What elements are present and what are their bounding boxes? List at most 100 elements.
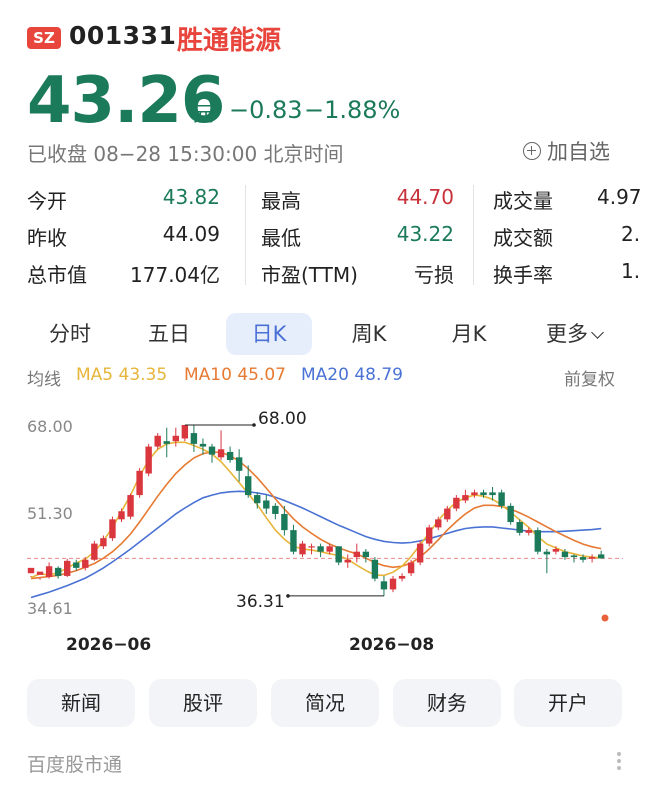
add-watchlist-button[interactable]: 加自选 <box>523 136 610 166</box>
candle-body <box>335 546 342 563</box>
candle-body <box>389 578 397 590</box>
candle-body <box>82 559 89 568</box>
candle-body <box>172 435 179 442</box>
candle-body <box>91 543 98 560</box>
candle-body <box>507 505 514 523</box>
chevron-down-icon <box>591 326 604 339</box>
candle-body <box>561 551 569 558</box>
candle-body <box>353 551 360 558</box>
candle-body <box>136 470 143 496</box>
candle-body <box>163 441 170 444</box>
stats-divider <box>245 185 246 285</box>
candle-body <box>326 546 333 552</box>
min-leader-dot <box>286 594 290 598</box>
candle-body <box>462 495 469 501</box>
candle-body <box>263 500 270 509</box>
price-change-pct: −1.88% <box>304 96 401 124</box>
candle-body <box>516 522 523 533</box>
ma5-line <box>30 441 602 579</box>
tab-intraday[interactable]: 分时 <box>27 313 113 355</box>
y-axis-label: 51.30 <box>27 504 73 523</box>
candles <box>27 425 605 596</box>
candle-body <box>543 551 551 555</box>
candle-body <box>380 581 388 590</box>
candle-body <box>64 560 71 576</box>
candle-body <box>45 566 53 578</box>
turnover-value: 2. <box>621 222 641 246</box>
news-button[interactable]: 新闻 <box>27 679 135 727</box>
candle-body <box>73 562 80 568</box>
tab-more[interactable]: 更多 <box>526 313 622 355</box>
x-axis-label: 2026−06 <box>66 635 151 655</box>
candle-body <box>145 446 152 474</box>
ma-lines <box>30 441 602 599</box>
candle-body <box>498 492 505 506</box>
tab-five-day[interactable]: 五日 <box>126 313 212 355</box>
low-value: 43.22 <box>396 222 454 246</box>
candle-body <box>597 554 605 559</box>
candle-body <box>471 492 478 496</box>
candle-body <box>489 492 496 496</box>
overview-button[interactable]: 简况 <box>271 679 379 727</box>
tab-monthly-k[interactable]: 月K <box>426 313 512 355</box>
tab-weekly-k[interactable]: 周K <box>326 313 412 355</box>
low-label: 最低 <box>261 226 301 250</box>
candle-body <box>290 530 297 552</box>
candle-body <box>190 433 198 444</box>
candle-body <box>398 575 406 579</box>
kline-chart[interactable]: 68.00 51.30 34.61 2026−06 2026−08 68.00 … <box>0 395 650 665</box>
prev-close-label: 昨收 <box>27 226 67 250</box>
candle-body <box>235 457 243 471</box>
market-status: 已收盘 08−28 15:30:00 北京时间 <box>27 142 344 166</box>
add-circle-icon <box>523 142 541 160</box>
candle-body <box>416 543 424 563</box>
market-cap-value: 177.04亿 <box>130 263 220 287</box>
candle-body <box>181 425 189 439</box>
volume-value: 4.97 <box>597 185 642 209</box>
candle-body <box>245 476 252 496</box>
open-account-button[interactable]: 开户 <box>514 679 622 727</box>
adjust-mode[interactable]: 前复权 <box>564 365 615 390</box>
more-options-icon[interactable] <box>617 752 623 773</box>
stock-name: 胜通能源 <box>177 26 282 56</box>
candle-body <box>525 530 532 533</box>
stats-divider <box>473 185 474 285</box>
candle-body <box>435 519 442 528</box>
max-price-label: 68.00 <box>258 409 307 429</box>
candle-body <box>127 495 134 517</box>
reviews-button[interactable]: 股评 <box>149 679 257 727</box>
candle-body <box>281 513 288 531</box>
market-cap-label: 总市值 <box>27 263 87 287</box>
financials-button[interactable]: 财务 <box>393 679 501 727</box>
stock-code: 001331 <box>69 21 177 50</box>
open-label: 今开 <box>27 189 67 213</box>
candle-body <box>371 559 379 579</box>
candle-body <box>54 567 62 576</box>
candle-body <box>588 557 596 559</box>
candle-body <box>100 538 107 547</box>
prev-close-value: 44.09 <box>162 222 220 246</box>
candle-body <box>344 559 351 563</box>
candle-body <box>254 495 261 504</box>
candle-body <box>299 543 306 555</box>
candle-body <box>317 546 324 552</box>
candle-body <box>579 557 587 560</box>
ma-legend-title: 均线 <box>27 370 61 390</box>
turnover-label: 成交额 <box>493 226 553 250</box>
ma20-value: MA20 48.79 <box>301 365 403 385</box>
exchange-badge: SZ <box>27 27 61 49</box>
brand-footer: 百度股市通 <box>27 754 123 776</box>
candle-body <box>154 435 161 447</box>
price-change: −0.83 <box>229 96 303 124</box>
candle-body <box>208 446 216 455</box>
candle-body <box>480 492 487 496</box>
ma10-value: MA10 45.07 <box>184 365 286 385</box>
candle-body <box>552 548 560 552</box>
candle-body <box>272 505 279 514</box>
candle-body <box>453 497 460 509</box>
x-axis-label: 2026−08 <box>349 635 434 655</box>
candle-body <box>109 519 116 539</box>
tab-daily-k[interactable]: 日K <box>226 313 312 355</box>
high-label: 最高 <box>261 189 301 213</box>
pe-label: 市盈(TTM) <box>261 263 358 287</box>
